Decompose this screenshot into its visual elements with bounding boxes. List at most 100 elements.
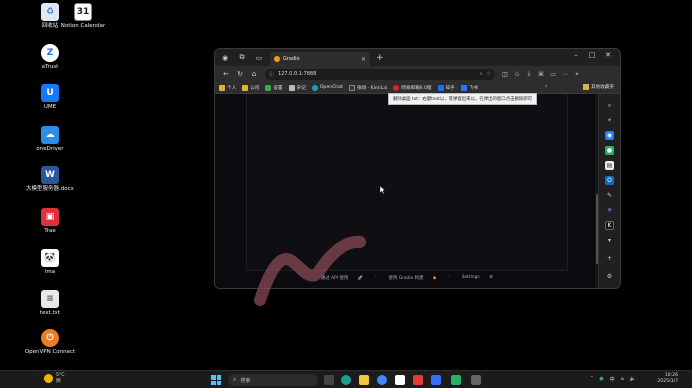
desktop-icon-label: ima bbox=[44, 269, 56, 275]
ime-indicator[interactable]: 中 bbox=[610, 376, 615, 383]
sidebar-outlook-icon[interactable]: O bbox=[605, 176, 614, 185]
notion-taskbar-icon[interactable] bbox=[395, 375, 405, 385]
bookmark-item[interactable]: 设置 bbox=[265, 84, 283, 91]
bookmark-item[interactable]: 杂记 bbox=[288, 84, 306, 91]
desktop-icon-label: Trae bbox=[44, 228, 56, 234]
url-text: 127.0.0.1:7888 bbox=[278, 71, 317, 77]
back-icon[interactable]: ← bbox=[219, 70, 233, 78]
bookmark-item[interactable]: 个人 bbox=[219, 84, 236, 91]
weather-desc: 阴 bbox=[56, 378, 61, 384]
bookmark-item[interactable]: 张翊 - KimiLai bbox=[348, 84, 387, 91]
desktop-icon-docx[interactable]: W 大模型服务器.docx bbox=[22, 166, 78, 193]
zoom-search-icon[interactable]: ⌕ bbox=[480, 71, 483, 77]
text-file-icon: ≡ bbox=[41, 290, 59, 308]
tab-actions-icon[interactable]: ▭ bbox=[253, 52, 265, 64]
bookmark-item[interactable]: 网易邮箱6.0版 bbox=[393, 84, 432, 91]
taskbar: 5°C 阴 ⌕ 搜索 ˄ ● 中 ⌂ 🔈 10:26 2025/3/7 bbox=[0, 370, 692, 388]
taskbar-clock[interactable]: 10:26 2025/3/7 bbox=[657, 373, 678, 385]
extensions-icon[interactable]: ⌘ bbox=[535, 71, 547, 78]
sidebar-app-blue-icon[interactable]: ◉ bbox=[605, 131, 614, 140]
openchat-site-icon bbox=[311, 84, 318, 91]
calendar-icon: 31 bbox=[74, 3, 92, 21]
close-tab-icon[interactable]: ✕ bbox=[361, 56, 366, 63]
footer-settings-link[interactable]: Settings ⚙ bbox=[458, 275, 497, 281]
more-options-icon[interactable]: ⋯ bbox=[559, 71, 571, 78]
sidebar-add-icon[interactable]: + bbox=[605, 254, 614, 263]
gradio-favicon-icon bbox=[274, 56, 280, 62]
other-favorites[interactable]: 其他收藏夹 bbox=[583, 84, 614, 90]
chrome-taskbar-icon[interactable] bbox=[377, 375, 387, 385]
netease-mail-site-icon bbox=[393, 84, 400, 91]
network-icon[interactable]: ⌂ bbox=[621, 376, 624, 383]
notes-site-icon bbox=[288, 84, 295, 91]
site-info-icon[interactable]: ⓘ bbox=[269, 71, 274, 78]
gear-icon: ⚙ bbox=[489, 275, 494, 280]
start-tile bbox=[216, 380, 221, 385]
weather-widget[interactable]: 5°C 阴 bbox=[44, 373, 64, 384]
sidebar-wechat-icon[interactable]: ● bbox=[605, 146, 614, 155]
volume-icon[interactable]: 🔈 bbox=[630, 376, 636, 383]
sidebar-spark-icon[interactable]: ✳ bbox=[605, 206, 614, 215]
desktop-icon-ume[interactable]: U UME bbox=[22, 84, 78, 111]
edge-sidebar: ⌕ ✦ ◉ ● ▤ O ✎ ✳ K ▾ + ⚙ bbox=[598, 94, 620, 288]
maximize-icon[interactable]: □ bbox=[584, 51, 600, 59]
tab-gradio[interactable]: Gradio ✕ bbox=[270, 52, 370, 66]
desktop-icon-notion-calendar[interactable]: 31 Notion Calendar bbox=[55, 3, 111, 30]
sidebar-collapse-icon[interactable]: ▾ bbox=[605, 236, 614, 245]
tab-title: Gradio bbox=[283, 56, 300, 62]
desktop-icon-label: Notion Calendar bbox=[60, 23, 106, 29]
split-screen-icon[interactable]: ◫ bbox=[499, 71, 511, 78]
home-icon[interactable]: ⌂ bbox=[247, 70, 261, 78]
file-explorer-icon[interactable] bbox=[359, 375, 369, 385]
page-viewport: 通过 API 使用 🚀 · 使用 Gradio 构建 ◆ · Settings … bbox=[215, 94, 599, 288]
settings-site-icon bbox=[265, 84, 272, 91]
footer-built-link[interactable]: 使用 Gradio 构建 ◆ bbox=[385, 275, 441, 281]
favorites-icon[interactable]: ✩ bbox=[511, 71, 523, 78]
task-view-icon[interactable] bbox=[324, 375, 334, 385]
workspaces-icon[interactable]: ⧉ bbox=[236, 52, 248, 64]
sidebar-kimi-icon[interactable]: K bbox=[605, 221, 614, 230]
sidebar-copilot-icon[interactable]: ✦ bbox=[605, 116, 614, 125]
desktop-icon-trae[interactable]: ▣ Trae bbox=[22, 208, 78, 235]
search-icon: ⌕ bbox=[233, 376, 237, 383]
folder-icon bbox=[583, 84, 590, 90]
minimize-icon[interactable]: – bbox=[568, 51, 584, 59]
sidebar-search-icon[interactable]: ⌕ bbox=[605, 101, 614, 110]
wps-taskbar-icon[interactable] bbox=[413, 375, 423, 385]
bookmark-item[interactable]: 知乎 bbox=[437, 84, 455, 91]
tray-green-app-icon[interactable]: ● bbox=[599, 376, 603, 383]
edge-taskbar-icon[interactable] bbox=[341, 375, 351, 385]
desktop-icon-text-txt[interactable]: ≡ text.txt bbox=[22, 290, 78, 317]
bookmarks-overflow-icon[interactable]: › bbox=[545, 83, 547, 90]
download-icon[interactable]: ⤓ bbox=[523, 70, 535, 78]
close-window-icon[interactable]: ✕ bbox=[600, 51, 616, 59]
bookmark-item[interactable]: 公司 bbox=[242, 84, 259, 91]
misc-app-taskbar-icon[interactable] bbox=[471, 375, 481, 385]
copilot-icon[interactable]: ✦ bbox=[571, 71, 583, 78]
cast-icon[interactable]: ▭ bbox=[547, 71, 559, 78]
desktop-icon-label: aTrust bbox=[41, 64, 59, 70]
new-tab-icon[interactable]: + bbox=[376, 53, 384, 63]
sidebar-settings-icon[interactable]: ⚙ bbox=[605, 272, 614, 281]
start-tile bbox=[211, 380, 216, 385]
wechat-taskbar-icon[interactable] bbox=[451, 375, 461, 385]
feishu-taskbar-icon[interactable] bbox=[431, 375, 441, 385]
taskbar-search[interactable]: ⌕ 搜索 bbox=[228, 374, 318, 386]
sidebar-pen-icon[interactable]: ✎ bbox=[605, 191, 614, 200]
bookmark-item[interactable]: 飞书 bbox=[460, 84, 478, 91]
profile-icon[interactable]: ◉ bbox=[219, 52, 231, 64]
sidebar-notes-icon[interactable]: ▤ bbox=[605, 161, 614, 170]
favorite-star-icon[interactable]: ☆ bbox=[487, 71, 491, 77]
desktop-icon-onedrive[interactable]: ☁ oneDriver bbox=[22, 126, 78, 153]
refresh-icon[interactable]: ↻ bbox=[233, 70, 247, 78]
desktop-icon-atrust[interactable]: Z aTrust bbox=[22, 44, 78, 71]
tray-overflow-icon[interactable]: ˄ bbox=[591, 376, 594, 383]
start-button[interactable] bbox=[211, 375, 221, 385]
ima-icon: 🐼 bbox=[41, 249, 59, 267]
bookmark-item[interactable]: OpenChat bbox=[311, 84, 343, 91]
desktop-icon-ima[interactable]: 🐼 ima bbox=[22, 249, 78, 276]
address-bar[interactable]: ⓘ 127.0.0.1:7888 ⌕ ☆ bbox=[265, 68, 495, 80]
footer-api-link[interactable]: 通过 API 使用 🚀 bbox=[317, 275, 367, 281]
desktop-icon-openvpn[interactable]: ⏻ OpenVPN Connect bbox=[22, 329, 78, 356]
desktop-icon-label: UME bbox=[43, 104, 57, 110]
